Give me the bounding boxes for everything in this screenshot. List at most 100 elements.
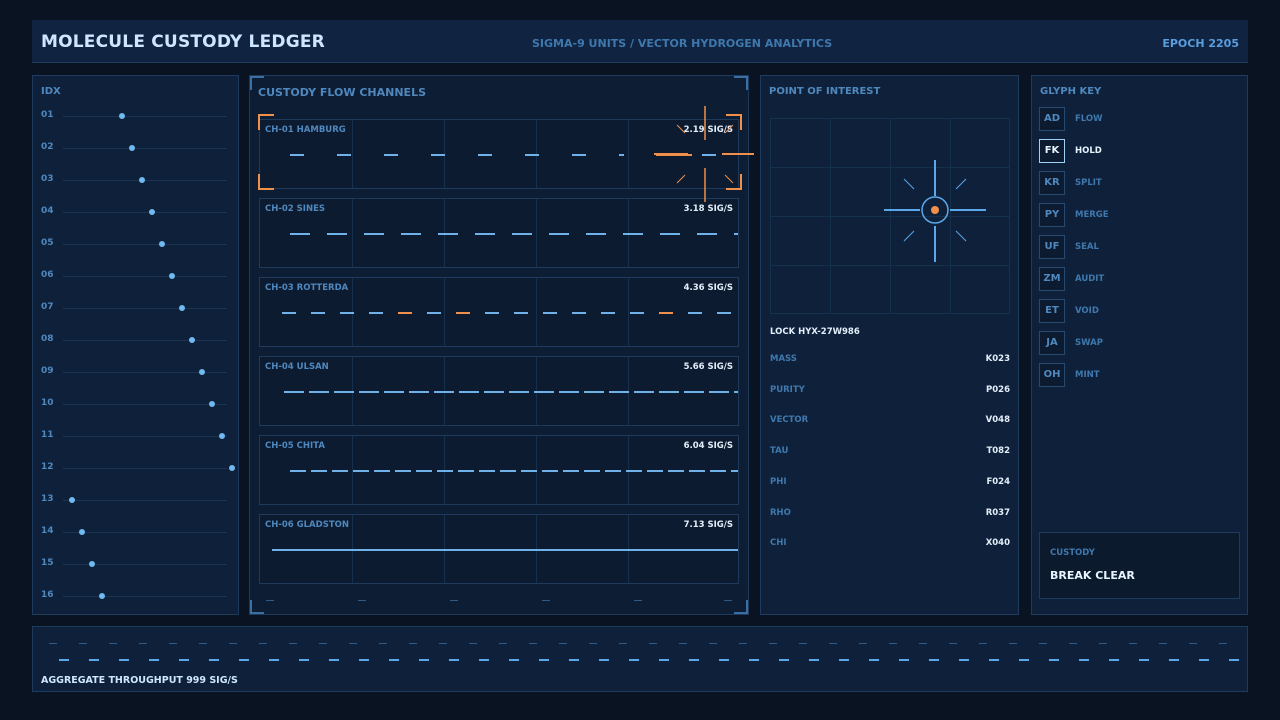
trace-segment — [479, 659, 489, 661]
stat-row: RHO R037 — [770, 508, 1010, 522]
trace-segment — [469, 643, 477, 644]
index-row: 11 — [33, 430, 239, 468]
trace-segment — [586, 233, 606, 235]
glyph-item-split[interactable]: KR SPLIT — [1039, 171, 1229, 197]
glyph-item-flow[interactable]: AD FLOW — [1039, 107, 1229, 133]
channel-name: CH-03 ROTTERDA — [265, 283, 349, 293]
trace-segment — [179, 659, 189, 661]
index-row-label: 03 — [41, 174, 54, 184]
glyph-code: KR — [1039, 171, 1065, 195]
trace-segment — [437, 470, 453, 472]
channel-row[interactable]: CH-06 GLADSTON 7.13 SIG/S — [259, 514, 739, 584]
trace-segment — [290, 154, 304, 156]
stat-label: PHI — [770, 476, 787, 487]
trace-segment — [659, 391, 679, 393]
index-row-track — [63, 148, 227, 149]
trace-segment — [209, 659, 219, 661]
scale-ticks — [266, 600, 736, 602]
index-panel: IDX 01 02 03 04 05 06 07 08 09 10 11 12 13 14 15 16 — [32, 75, 239, 615]
glyph-item-merge[interactable]: PY MERGE — [1039, 203, 1229, 229]
page-title: MOLECULE CUSTODY LEDGER — [41, 32, 325, 52]
trace-segment — [282, 312, 296, 314]
glyph-item-audit[interactable]: ZM AUDIT — [1039, 267, 1229, 293]
trace-segment — [709, 643, 717, 644]
index-row: 06 — [33, 270, 239, 308]
trace-segment — [89, 659, 99, 661]
glyph-item-swap[interactable]: JA SWAP — [1039, 331, 1229, 357]
glyph-code: FK — [1039, 139, 1065, 163]
trace-segment — [584, 470, 600, 472]
channel-trace — [264, 549, 738, 551]
index-row-track — [63, 500, 227, 501]
trace-segment — [659, 659, 669, 661]
trace-segment — [431, 154, 445, 156]
channel-row[interactable]: CH-05 CHITA 6.04 SIG/S — [259, 435, 739, 505]
throughput-label: AGGREGATE THROUGHPUT 999 SIG/S — [41, 675, 238, 686]
channel-row[interactable]: CH-02 SINES 3.18 SIG/S — [259, 198, 739, 268]
trace-segment — [359, 659, 369, 661]
trace-segment — [1109, 659, 1119, 661]
index-row-marker — [229, 465, 235, 471]
trace-segment — [539, 659, 549, 661]
trace-segment — [989, 659, 999, 661]
trace-segment — [434, 391, 454, 393]
channel-name: CH-04 ULSAN — [265, 362, 329, 372]
index-row-track — [63, 276, 227, 277]
trace-segment — [509, 659, 519, 661]
index-row-marker — [139, 177, 145, 183]
trace-segment — [589, 643, 597, 644]
trace-segment — [542, 470, 558, 472]
trace-segment — [529, 643, 537, 644]
trace-segment — [1019, 659, 1029, 661]
index-row-marker — [69, 497, 75, 503]
stat-value: K023 — [985, 354, 1010, 364]
glyph-item-hold[interactable]: FK HOLD — [1039, 139, 1229, 165]
trace-segment — [1069, 643, 1077, 644]
channel-trace — [264, 391, 738, 393]
stat-label: CHI — [770, 538, 787, 549]
stat-row: PHI F024 — [770, 477, 1010, 491]
trace-segment — [229, 643, 237, 644]
stat-label: VECTOR — [770, 415, 809, 426]
trace-segment — [427, 312, 441, 314]
target-crosshair-icon — [654, 106, 754, 202]
trace-segment — [717, 312, 731, 314]
trace-segment — [899, 659, 909, 661]
channel-row[interactable]: CH-03 ROTTERDA 4.36 SIG/S — [259, 277, 739, 347]
channel-row[interactable]: CH-04 ULSAN 5.66 SIG/S — [259, 356, 739, 426]
trace-segment — [1129, 643, 1137, 644]
trace-segment — [438, 233, 458, 235]
trace-segment — [1169, 659, 1179, 661]
index-row-label: 04 — [41, 206, 54, 216]
trace-segment — [629, 659, 639, 661]
corner-tick — [746, 76, 748, 90]
index-row-label: 10 — [41, 398, 54, 408]
glyph-label: MERGE — [1075, 210, 1109, 220]
trace-segment — [959, 659, 969, 661]
trace-segment — [309, 391, 329, 393]
index-row: 02 — [33, 142, 239, 180]
trace-segment — [619, 643, 627, 644]
trace-segment — [605, 470, 621, 472]
trace-segment — [549, 233, 569, 235]
index-row-label: 05 — [41, 238, 54, 248]
trace-segment — [374, 470, 390, 472]
trace-segment — [859, 643, 867, 644]
trace-segment — [384, 391, 404, 393]
index-row: 14 — [33, 526, 239, 564]
trace-segment — [584, 391, 604, 393]
channel-rate: 7.13 SIG/S — [683, 520, 733, 530]
index-row-label: 14 — [41, 526, 54, 536]
glyph-item-seal[interactable]: UF SEAL — [1039, 235, 1229, 261]
glyph-item-mint[interactable]: OH MINT — [1039, 363, 1229, 389]
throughput-trace-2 — [59, 659, 1244, 661]
trace-segment — [299, 659, 309, 661]
index-row: 09 — [33, 366, 239, 404]
trace-segment — [668, 470, 684, 472]
trace-segment — [459, 391, 479, 393]
corner-tick — [250, 612, 264, 614]
trace-segment — [1079, 659, 1089, 661]
glyph-item-void[interactable]: ET VOID — [1039, 299, 1229, 325]
index-row-marker — [149, 209, 155, 215]
trace-segment — [1189, 643, 1197, 644]
